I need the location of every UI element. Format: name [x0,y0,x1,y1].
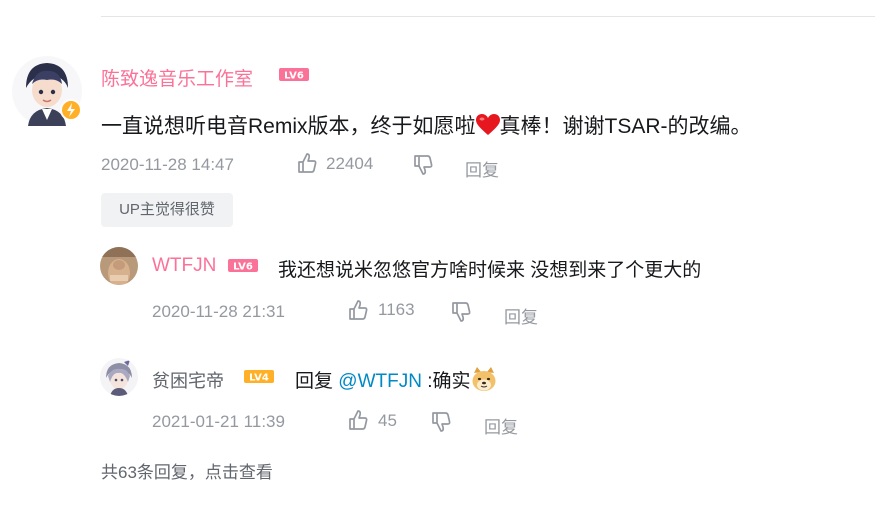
comment-text-part2: 真棒！谢谢TSAR-的改编。 [499,115,752,138]
reply-timestamp: 2021-01-21 11:39 [152,412,285,431]
svg-text:LV6: LV6 [233,262,253,273]
thumb-up-icon[interactable] [347,299,369,326]
reply-timestamp: 2020-11-28 21:31 [152,302,285,321]
mention-link[interactable]: @WTFJN [338,371,422,392]
doge-emoji [471,367,497,392]
level-badge: LV4 [244,370,274,383]
reply-button[interactable]: 回复 [484,413,518,438]
like-count: 22404 [326,154,374,173]
comment-content: 一直说想听电音Remix版本，终于如愿啦 真棒！谢谢TSAR-的改编。 [101,110,752,140]
reply-suffix: :确实 [421,371,471,392]
thumb-down-icon[interactable] [450,301,472,328]
thumb-down-icon[interactable] [430,411,452,438]
thumb-down-icon[interactable] [412,154,434,181]
heart-emoji [475,114,500,138]
reply-button[interactable]: 回复 [465,156,499,181]
reply-avatar[interactable] [100,247,138,285]
reply-prefix: 回复 [295,371,339,392]
comment-timestamp: 2020-11-28 14:47 [101,155,234,174]
thumb-up-icon[interactable] [347,409,369,436]
thumb-up-icon[interactable] [296,152,318,179]
top-divider [101,16,875,17]
reply-content: 我还想说米忽悠官方啥时候来 没想到来了个更大的 [278,260,702,281]
reply-username[interactable]: WTFJN [152,255,216,277]
reply-username[interactable]: 贫困宅帝 [152,367,224,393]
view-more-replies-link[interactable]: 共63条回复，点击查看 [101,458,273,483]
username[interactable]: 陈致逸音乐工作室 [101,64,253,91]
comment-text-part1: 一直说想听电音Remix版本，终于如愿啦 [101,115,476,138]
like-count: 45 [378,411,397,430]
like-count: 1163 [378,300,415,319]
lightning-icon [60,99,82,121]
svg-text:LV4: LV4 [249,373,269,384]
svg-text:LV6: LV6 [284,71,304,82]
reply-content: 回复 @WTFJN :确实 [295,366,497,393]
level-badge: LV6 [228,259,258,272]
reply-button[interactable]: 回复 [504,303,538,328]
up-liked-badge: UP主觉得很赞 [101,193,233,227]
level-badge: LV6 [279,68,309,81]
reply-avatar[interactable] [100,358,138,396]
